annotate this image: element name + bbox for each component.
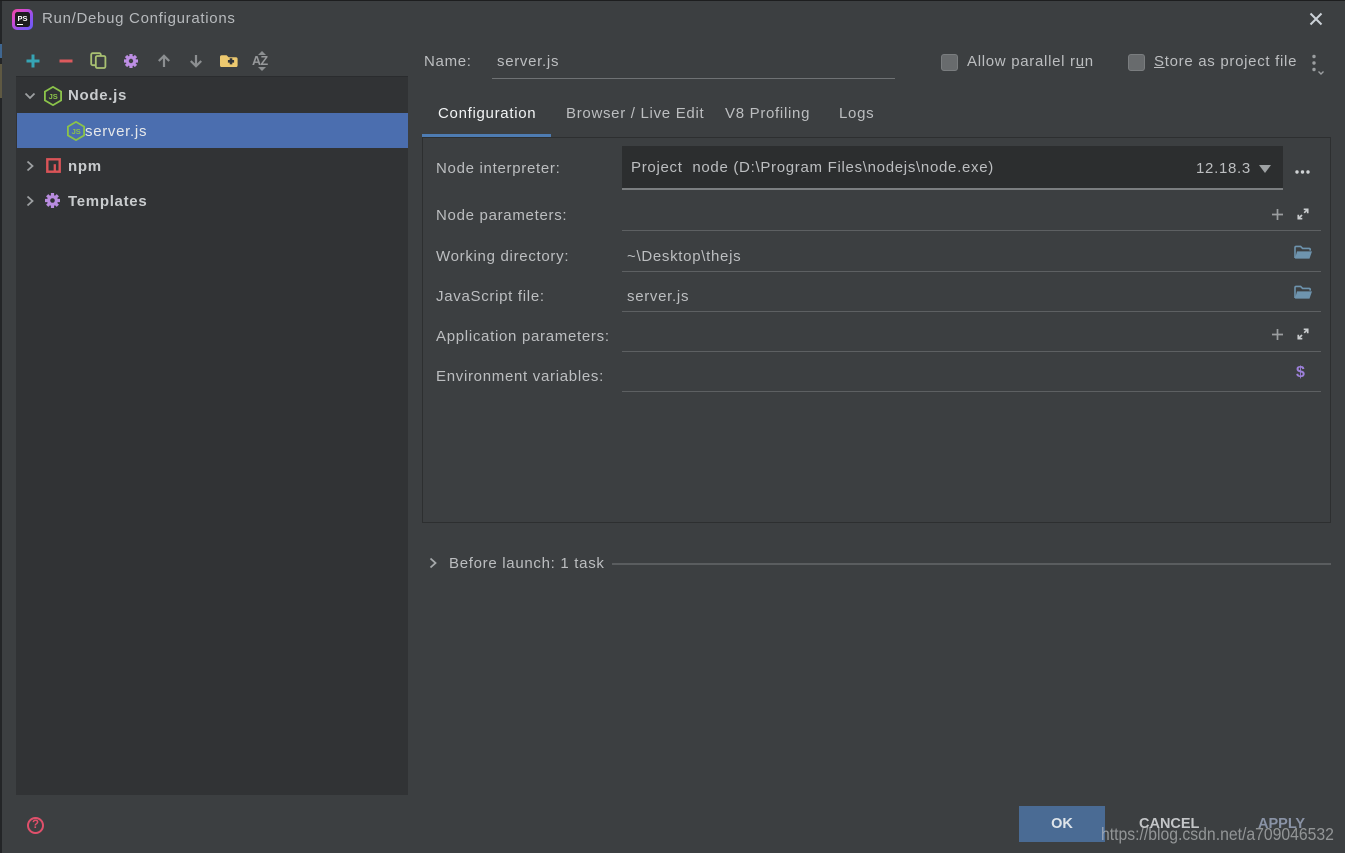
svg-text:JS: JS <box>49 92 58 101</box>
svg-text:JS: JS <box>72 127 81 136</box>
